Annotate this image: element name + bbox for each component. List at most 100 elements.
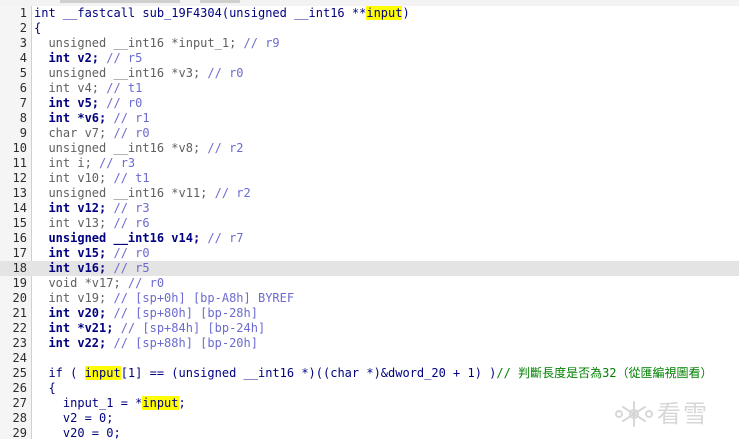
code-token[interactable]: unsigned __int16 *v8;: [34, 141, 207, 155]
code-text[interactable]: int v12; // r3: [34, 201, 149, 216]
pseudocode-editor[interactable]: 1 int __fastcall sub_19F4304(unsigned __i…: [0, 0, 739, 439]
code-token[interactable]: int v19;: [34, 291, 113, 305]
code-token[interactable]: void *v17;: [34, 276, 128, 290]
code-text[interactable]: char v7; // r0: [34, 126, 149, 141]
code-token[interactable]: int v10;: [34, 171, 113, 185]
code-text[interactable]: if ( input[1] == (unsigned __int16 *)((c…: [34, 366, 713, 381]
code-line[interactable]: 13 unsigned __int16 *v11; // r2: [0, 186, 739, 201]
code-token[interactable]: // r6: [113, 216, 149, 230]
code-text[interactable]: int *v21; // [sp+84h] [bp-24h]: [34, 321, 265, 336]
code-token[interactable]: unsigned __int16 v14;: [34, 231, 207, 245]
code-token[interactable]: ;: [179, 396, 186, 410]
code-line[interactable]: 1 int __fastcall sub_19F4304(unsigned __i…: [0, 6, 739, 21]
code-line[interactable]: 8 int *v6; // r1: [0, 111, 739, 126]
code-text[interactable]: unsigned __int16 *v11; // r2: [34, 186, 251, 201]
code-token[interactable]: char v7;: [34, 126, 113, 140]
code-token[interactable]: // [sp+84h] [bp-24h]: [121, 321, 266, 335]
code-token[interactable]: int __fastcall sub_19F4304(unsigned __in…: [34, 6, 366, 20]
code-line[interactable]: 18 int v16; // r5: [0, 261, 739, 276]
code-text[interactable]: int v13; // r6: [34, 216, 149, 231]
code-token[interactable]: ): [402, 6, 409, 20]
code-line[interactable]: 4 int v2; // r5: [0, 51, 739, 66]
code-token[interactable]: int v5;: [34, 96, 106, 110]
code-text[interactable]: input_1 = *input;: [34, 396, 186, 411]
code-line[interactable]: 21 int v20; // [sp+80h] [bp-28h]: [0, 306, 739, 321]
code-line[interactable]: 10 unsigned __int16 *v8; // r2: [0, 141, 739, 156]
code-text[interactable]: int v15; // r0: [34, 246, 149, 261]
code-token[interactable]: // t1: [106, 81, 142, 95]
code-text[interactable]: int v22; // [sp+88h] [bp-20h]: [34, 336, 258, 351]
code-token[interactable]: int v2;: [34, 51, 106, 65]
code-line[interactable]: 3 unsigned __int16 *input_1; // r9: [0, 36, 739, 51]
code-token[interactable]: dword_20: [388, 366, 446, 380]
code-token[interactable]: // r7: [207, 231, 243, 245]
code-lines[interactable]: 1 int __fastcall sub_19F4304(unsigned __i…: [0, 6, 739, 439]
code-text[interactable]: {: [34, 381, 55, 396]
code-token[interactable]: int v12;: [34, 201, 113, 215]
code-token[interactable]: [1] == (unsigned __int16 *)((char *)&: [121, 366, 388, 380]
code-token[interactable]: {: [34, 381, 55, 395]
code-line[interactable]: 20 int v19; // [sp+0h] [bp-A8h] BYREF: [0, 291, 739, 306]
code-text[interactable]: int v19; // [sp+0h] [bp-A8h] BYREF: [34, 291, 294, 306]
code-token[interactable]: // r1: [113, 111, 149, 125]
code-token[interactable]: // r3: [113, 201, 149, 215]
code-text[interactable]: int *v6; // r1: [34, 111, 149, 126]
code-token[interactable]: // t1: [113, 171, 149, 185]
code-line[interactable]: 26 {: [0, 381, 739, 396]
code-token[interactable]: unsigned __int16 *v3;: [34, 66, 207, 80]
code-text[interactable]: int v20; // [sp+80h] [bp-28h]: [34, 306, 258, 321]
code-line[interactable]: 5 unsigned __int16 *v3; // r0: [0, 66, 739, 81]
code-token[interactable]: int v20;: [34, 306, 113, 320]
code-text[interactable]: int v2; // r5: [34, 51, 142, 66]
code-token[interactable]: {: [34, 21, 41, 35]
highlighted-identifier[interactable]: input: [366, 6, 403, 20]
code-text[interactable]: unsigned __int16 v14; // r7: [34, 231, 243, 246]
code-token[interactable]: int v13;: [34, 216, 113, 230]
code-token[interactable]: int i;: [34, 156, 99, 170]
code-line[interactable]: 25 if ( input[1] == (unsigned __int16 *)…: [0, 366, 739, 381]
code-token[interactable]: // r0: [106, 96, 142, 110]
code-token[interactable]: // r0: [113, 246, 149, 260]
code-line[interactable]: 16 unsigned __int16 v14; // r7: [0, 231, 739, 246]
code-token[interactable]: int v16;: [34, 261, 113, 275]
code-text[interactable]: int v16; // r5: [34, 261, 149, 276]
code-text[interactable]: int v5; // r0: [34, 96, 142, 111]
code-token[interactable]: // r5: [106, 51, 142, 65]
code-token[interactable]: input_1 = *: [34, 396, 142, 410]
code-token[interactable]: unsigned __int16 *input_1;: [34, 36, 244, 50]
code-text[interactable]: unsigned __int16 *v8; // r2: [34, 141, 243, 156]
code-token[interactable]: int v4;: [34, 81, 106, 95]
code-text[interactable]: v20 = 0;: [34, 426, 121, 439]
code-line[interactable]: 14 int v12; // r3: [0, 201, 739, 216]
code-token[interactable]: // r0: [128, 276, 164, 290]
code-token[interactable]: unsigned __int16 *v11;: [34, 186, 215, 200]
code-text[interactable]: unsigned __int16 *input_1; // r9: [34, 36, 280, 51]
code-token[interactable]: // [sp+0h] [bp-A8h] BYREF: [113, 291, 294, 305]
code-line[interactable]: 19 void *v17; // r0: [0, 276, 739, 291]
code-token[interactable]: // r2: [215, 186, 251, 200]
code-line[interactable]: 11 int i; // r3: [0, 156, 739, 171]
code-text[interactable]: int i; // r3: [34, 156, 135, 171]
code-token[interactable]: if (: [34, 366, 85, 380]
code-token[interactable]: // r9: [244, 36, 280, 50]
code-line[interactable]: 2{: [0, 21, 739, 36]
code-token[interactable]: // 判斷長度是否為32（從匯編視圖看）: [496, 366, 712, 380]
code-token[interactable]: v20 = 0;: [34, 426, 121, 439]
code-token[interactable]: // r5: [113, 261, 149, 275]
code-token[interactable]: + 1) ): [446, 366, 496, 380]
code-token[interactable]: v2 = 0;: [34, 411, 114, 425]
code-line[interactable]: 17 int v15; // r0: [0, 246, 739, 261]
code-line[interactable]: 6 int v4; // t1: [0, 81, 739, 96]
highlighted-identifier[interactable]: input: [84, 366, 121, 380]
code-line[interactable]: 7 int v5; // r0: [0, 96, 739, 111]
code-line[interactable]: 23 int v22; // [sp+88h] [bp-20h]: [0, 336, 739, 351]
code-token[interactable]: // [sp+88h] [bp-20h]: [113, 336, 258, 350]
code-line[interactable]: 24: [0, 351, 739, 366]
highlighted-identifier[interactable]: input: [142, 396, 179, 410]
code-text[interactable]: void *v17; // r0: [34, 276, 164, 291]
code-token[interactable]: int v15;: [34, 246, 113, 260]
code-text[interactable]: v2 = 0;: [34, 411, 114, 426]
code-token[interactable]: // r0: [113, 126, 149, 140]
code-token[interactable]: // [sp+80h] [bp-28h]: [113, 306, 258, 320]
code-token[interactable]: int v22;: [34, 336, 113, 350]
